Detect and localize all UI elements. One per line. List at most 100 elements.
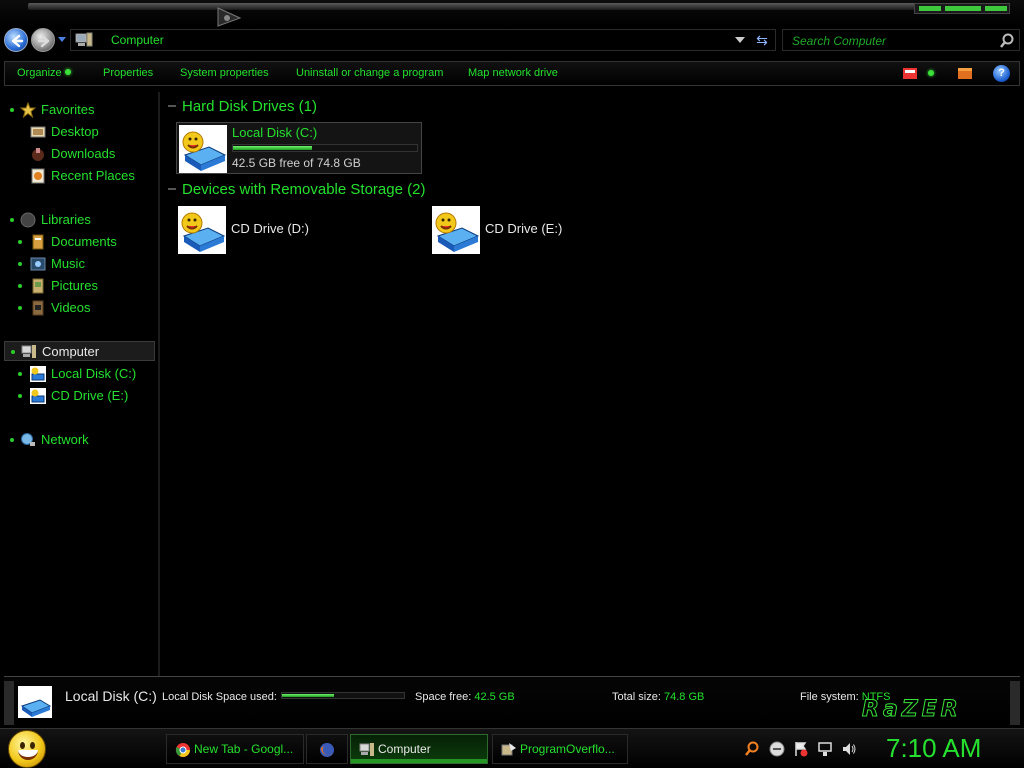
details-space-used-label: Local Disk Space used:: [162, 691, 277, 703]
videos-icon: [32, 300, 44, 316]
drive-tile-cd-d[interactable]: CD Drive (D:): [176, 204, 422, 256]
view-dropdown-icon[interactable]: [928, 70, 934, 76]
navigation-bar: Computer ⇆ Search Computer: [0, 26, 1024, 54]
details-pane-edge: [4, 681, 14, 725]
network-icon: [21, 433, 35, 446]
drive-icon: [30, 388, 46, 404]
nav-label: Computer: [42, 344, 100, 359]
expand-bullet[interactable]: [10, 108, 14, 112]
details-usage-bar: [281, 692, 405, 699]
drive-tile-local-disk[interactable]: Local Disk (C:) 42.5 GB free of 74.8 GB: [176, 122, 422, 174]
expand-bullet[interactable]: [18, 262, 22, 266]
expand-bullet[interactable]: [11, 350, 15, 354]
recent-pages-dropdown[interactable]: [58, 37, 66, 42]
back-button[interactable]: [4, 28, 28, 52]
computer-icon: [21, 345, 36, 358]
task-label: New Tab - Googl...: [194, 742, 294, 756]
maximize-button[interactable]: [945, 6, 981, 11]
back-arrow-icon: [11, 34, 24, 48]
drive-icon: [18, 686, 52, 718]
messenger-icon[interactable]: [769, 741, 785, 757]
details-drive-name: Local Disk (C:): [65, 688, 157, 704]
search-placeholder: Search Computer: [792, 34, 887, 48]
forward-button[interactable]: [31, 28, 55, 52]
drive-icon: [432, 206, 480, 254]
nav-computer[interactable]: Computer: [4, 341, 155, 361]
view-options-icon[interactable]: [903, 68, 917, 79]
address-dropdown-icon[interactable]: [735, 37, 745, 43]
minimize-button[interactable]: [919, 6, 941, 11]
start-button[interactable]: [8, 730, 46, 768]
search-icon[interactable]: [744, 741, 760, 757]
nav-label: Recent Places: [51, 168, 135, 183]
nav-label: Pictures: [51, 278, 98, 293]
libraries-icon: [20, 212, 36, 228]
volume-icon[interactable]: [841, 741, 857, 757]
taskbar-program-overflow[interactable]: ProgramOverflo...: [492, 734, 628, 764]
action-center-flag-icon[interactable]: [793, 741, 809, 757]
details-pane: Local Disk (C:) Local Disk Space used: S…: [4, 676, 1020, 728]
drive-icon: [178, 206, 226, 254]
drive-icon: [30, 366, 46, 382]
expand-bullet[interactable]: [18, 240, 22, 244]
nav-label: Desktop: [51, 124, 99, 139]
map-network-drive-button[interactable]: Map network drive: [468, 67, 558, 79]
preview-pane-icon[interactable]: [958, 68, 972, 79]
nav-label: Local Disk (C:): [51, 366, 137, 381]
nav-label: CD Drive (E:): [51, 388, 129, 403]
taskbar-firefox[interactable]: [306, 734, 348, 764]
drive-name: CD Drive (D:): [231, 221, 309, 236]
details-space-free: Space free: 42.5 GB: [415, 691, 515, 703]
drive-tile-cd-e[interactable]: CD Drive (E:): [430, 204, 676, 256]
search-icon[interactable]: [999, 33, 1015, 49]
smiley-eye: [20, 742, 25, 749]
nav-label: Favorites: [41, 102, 95, 117]
group-header-hard-disks[interactable]: Hard Disk Drives (1): [168, 98, 317, 115]
task-label: ProgramOverflo...: [520, 742, 615, 756]
network-tray-icon[interactable]: [817, 741, 833, 757]
recent-places-icon: [31, 168, 45, 184]
search-input[interactable]: Search Computer: [782, 29, 1020, 51]
nav-label: Libraries: [41, 212, 91, 227]
documents-icon: [32, 234, 44, 250]
nav-label: Music: [51, 256, 85, 271]
window-controls[interactable]: [914, 3, 1010, 14]
expand-bullet[interactable]: [18, 394, 22, 398]
star-icon: [20, 102, 36, 118]
downloads-icon: [32, 148, 44, 161]
expand-bullet[interactable]: [10, 218, 14, 222]
drive-name: CD Drive (E:): [485, 221, 563, 236]
group-header-label: Devices with Removable Storage (2): [182, 181, 426, 198]
command-toolbar: Organize Properties System properties Un…: [4, 61, 1020, 86]
smiley-mouth: [18, 750, 38, 760]
address-path: Computer: [111, 33, 164, 47]
properties-button[interactable]: Properties: [103, 67, 153, 79]
expand-bullet[interactable]: [10, 438, 14, 442]
uninstall-program-button[interactable]: Uninstall or change a program: [296, 67, 443, 79]
taskbar-clock[interactable]: 7:10 AM: [886, 733, 981, 764]
disk-usage-bar: [232, 144, 418, 152]
content-pane: Hard Disk Drives (1) Local Disk (C:) 42.…: [162, 92, 1020, 676]
drive-name: Local Disk (C:): [232, 125, 318, 140]
help-icon[interactable]: ?: [993, 65, 1010, 82]
computer-icon: [359, 743, 374, 756]
title-bar-rail: [28, 3, 1008, 10]
cursor-ornament-icon: [217, 7, 242, 27]
drive-free-space: 42.5 GB free of 74.8 GB: [232, 156, 361, 170]
details-pane-edge: [1010, 681, 1020, 725]
address-bar[interactable]: Computer ⇆: [70, 29, 776, 51]
taskbar-chrome[interactable]: New Tab - Googl...: [166, 734, 304, 764]
organize-menu[interactable]: Organize: [17, 67, 71, 79]
system-properties-button[interactable]: System properties: [180, 67, 269, 79]
expand-bullet[interactable]: [18, 284, 22, 288]
refresh-icon[interactable]: ⇆: [753, 32, 771, 48]
window-title-bar: [0, 0, 1024, 27]
group-header-removable[interactable]: Devices with Removable Storage (2): [168, 181, 425, 198]
close-button[interactable]: [985, 6, 1007, 11]
razer-logo: RaZER: [862, 697, 962, 723]
expand-bullet[interactable]: [18, 306, 22, 310]
nav-label: Documents: [51, 234, 117, 249]
expand-bullet[interactable]: [18, 372, 22, 376]
taskbar-computer[interactable]: Computer: [350, 734, 488, 764]
navigation-pane: Favorites Desktop Downloads Recent Place…: [0, 92, 160, 676]
